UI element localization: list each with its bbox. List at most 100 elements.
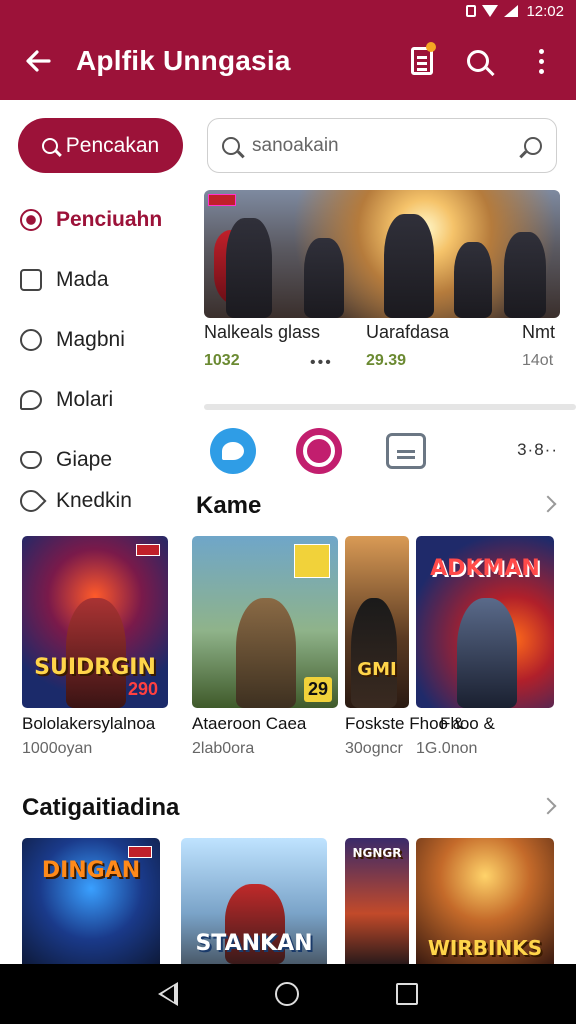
nav-recents-icon[interactable] <box>395 983 418 1005</box>
cover-character <box>457 598 518 708</box>
side-item-giape[interactable]: Giape <box>18 430 198 490</box>
nfc-icon <box>466 5 477 17</box>
divider <box>204 404 576 410</box>
banner-art-figure <box>304 238 344 318</box>
more-indicator[interactable]: 3·8·· <box>517 440 558 460</box>
game-card[interactable]: 29 Ataeroon Caea 2lab0ora <box>192 536 338 758</box>
nav-home-icon[interactable] <box>274 982 299 1006</box>
star-icon[interactable] <box>296 428 342 474</box>
app-title: Aplfik Unngasia <box>76 45 291 76</box>
card-title: Bololakersylalnoa <box>22 714 156 733</box>
side-item-magbni[interactable]: Magbni <box>18 310 198 370</box>
cover-title: WIRBINKS <box>427 936 543 960</box>
cover-number: 290 <box>127 679 158 699</box>
game-card[interactable]: GMI Foskste Fhoo & 30ogncr <box>345 536 464 758</box>
banner-item-title[interactable]: Nalkeals glass <box>204 322 320 343</box>
game-card[interactable]: STANKAN <box>181 838 327 964</box>
search-submit-icon[interactable] <box>524 136 542 155</box>
system-nav-bar <box>0 964 576 1024</box>
game-cover: STANKAN <box>181 838 327 964</box>
search-pill-label: Pencakan <box>65 133 160 157</box>
section-title: Catigaitiadina <box>22 794 180 821</box>
image-icon <box>18 267 44 293</box>
status-icons <box>466 5 519 17</box>
app-bar: Aplfik Unngasia <box>0 22 576 100</box>
game-card[interactable]: DINGAN <box>22 838 160 964</box>
section-title: Kame <box>196 492 262 519</box>
side-item-label: Mada <box>56 268 109 291</box>
banner-art-figure <box>504 232 546 318</box>
search-box <box>207 118 557 173</box>
card-subtitle: 30ogncr <box>345 740 403 757</box>
link-icon <box>15 485 47 517</box>
screen: 12:02 Aplfik Unngasia Pencakan Penciuahn <box>0 0 576 1024</box>
side-item-label: Magbni <box>56 328 125 351</box>
more-vertical-icon <box>538 48 544 74</box>
wifi-icon <box>482 5 499 17</box>
game-cover: NGNGR <box>345 838 409 964</box>
side-item-penciuahn[interactable]: Penciuahn <box>18 190 198 250</box>
side-item-knedkin[interactable]: Knedkin <box>15 485 132 517</box>
card-subtitle: 1000oyan <box>22 740 93 757</box>
banner-dots[interactable]: ••• <box>310 354 333 372</box>
status-bar: 12:02 <box>0 0 576 22</box>
target-icon <box>18 207 44 233</box>
notes-button[interactable] <box>394 22 450 100</box>
game-cover: ADKMAN <box>416 536 554 708</box>
game-card[interactable]: SUIDRGIN 290 Bololakersylalnoa 1000oyan <box>22 536 168 758</box>
heart-icon <box>18 447 44 473</box>
clock-icon <box>18 327 44 353</box>
card-title: Ataeroon Caea <box>192 714 307 733</box>
overflow-menu-button[interactable] <box>506 22 576 100</box>
chevron-right-icon[interactable] <box>539 495 557 513</box>
game-cover: WIRBINKS <box>416 838 554 964</box>
side-item-mada[interactable]: Mada <box>18 250 198 310</box>
side-item-molari[interactable]: Molari <box>18 370 198 430</box>
side-item-label: Molari <box>56 388 114 411</box>
card-subtitle: 1G.0non <box>416 740 478 757</box>
cover-character <box>235 598 296 708</box>
cover-title: ADKMAN <box>430 556 540 581</box>
search-icon <box>41 137 58 154</box>
banner-item-sub: 14ot <box>522 352 554 369</box>
game-card[interactable]: NGNGR <box>345 838 409 964</box>
list-icon[interactable] <box>386 433 426 469</box>
search-button[interactable] <box>450 22 506 100</box>
back-button[interactable] <box>0 22 76 100</box>
search-icon <box>467 50 489 72</box>
featured-banner[interactable] <box>204 190 560 318</box>
cover-title: NGNGR <box>352 846 402 860</box>
chat-icon <box>18 387 44 413</box>
cover-title: STANKAN <box>195 931 313 956</box>
card-subtitle: 2lab0ora <box>192 740 255 757</box>
cover-badge <box>294 544 330 578</box>
game-card[interactable]: WIRBINKS <box>416 838 554 964</box>
search-input[interactable] <box>252 134 512 157</box>
banner-item-sub: 29.39 <box>366 352 407 369</box>
cover-number: 29 <box>303 677 332 702</box>
banner-badge <box>208 194 236 206</box>
game-card[interactable]: ADKMAN Fhoo & 1G.0non <box>416 536 554 758</box>
quick-icons-row: 3·8·· <box>204 424 576 478</box>
signal-icon <box>504 5 519 17</box>
notification-badge <box>426 42 436 52</box>
banner-art-figure <box>226 218 272 318</box>
arrow-left-icon <box>26 50 51 72</box>
side-item-label: Penciuahn <box>56 208 163 231</box>
game-cover: SUIDRGIN 290 <box>22 536 168 708</box>
game-cover: 29 <box>192 536 338 708</box>
side-item-label: Knedkin <box>56 489 132 512</box>
banner-item-title[interactable]: Uarafdasa <box>366 322 449 343</box>
search-icon <box>222 136 240 155</box>
side-menu: Penciuahn Mada Magbni Molari Giape <box>18 190 198 490</box>
chevron-right-icon[interactable] <box>539 797 557 815</box>
cover-title: GMI <box>357 659 397 680</box>
chat-icon[interactable] <box>210 428 256 474</box>
cover-badge <box>136 544 160 556</box>
banner-item-title[interactable]: Nmt <box>522 322 555 343</box>
game-cover: DINGAN <box>22 838 160 964</box>
search-pill-button[interactable]: Pencakan <box>18 118 183 173</box>
cover-character <box>351 598 398 708</box>
banner-item-sub: 1032 <box>204 352 240 369</box>
nav-back-icon[interactable] <box>158 982 179 1006</box>
